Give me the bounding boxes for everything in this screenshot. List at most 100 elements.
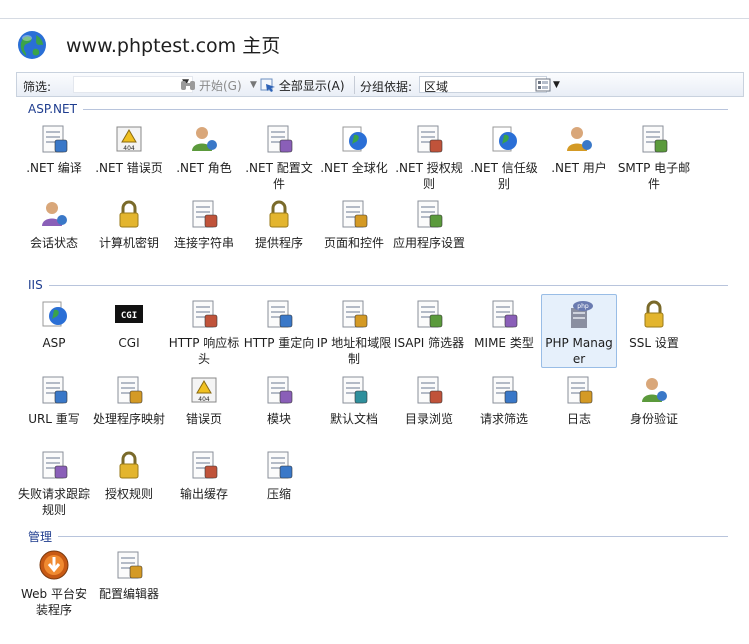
feature-label: 应用程序设置 xyxy=(392,236,465,250)
error-pages-icon: 404 xyxy=(191,377,217,403)
dotnet-profile-icon xyxy=(267,125,293,153)
group-by-label: 分组依据: xyxy=(360,80,413,94)
feature-mime-types[interactable]: MIME 类型 xyxy=(466,298,542,351)
feature-label: SMTP 电子邮件 xyxy=(617,161,691,191)
filter-input[interactable] xyxy=(74,77,184,92)
window-top-bar xyxy=(0,0,749,19)
group-by-select[interactable]: 区域 ▼ xyxy=(419,76,547,94)
go-button[interactable]: 开始(G) xyxy=(180,75,242,95)
dotnet-roles-icon xyxy=(192,127,217,151)
asp-icon xyxy=(42,301,67,327)
toolbar-separator xyxy=(354,76,355,94)
feature-php-manager[interactable]: php PHP Manager xyxy=(541,294,617,368)
feature-label: 错误页 xyxy=(185,412,222,426)
feature-pages-controls[interactable]: 页面和控件 xyxy=(316,198,392,251)
feature-dotnet-users[interactable]: .NET 用户 xyxy=(541,123,617,176)
dotnet-compile-icon xyxy=(42,125,68,153)
feature-label: HTTP 响应标头 xyxy=(168,336,240,366)
feature-default-document[interactable]: 默认文档 xyxy=(316,374,392,427)
feature-session-state[interactable]: 会话状态 xyxy=(16,198,92,251)
feature-label: 提供程序 xyxy=(254,236,303,250)
filter-combobox[interactable]: ▼ xyxy=(73,76,193,93)
feature-dotnet-compile[interactable]: .NET 编译 xyxy=(16,123,92,176)
feature-logging[interactable]: 日志 xyxy=(541,374,617,427)
feature-authentication[interactable]: 身份验证 xyxy=(616,374,692,427)
feature-directory-browsing[interactable]: 目录浏览 xyxy=(391,374,467,427)
feature-handler-mappings[interactable]: 处理程序映射 xyxy=(91,374,167,427)
feature-connection-strings[interactable]: 连接字符串 xyxy=(166,198,242,251)
web-platform-installer-icon xyxy=(39,550,69,580)
feature-label: PHP Manager xyxy=(545,336,613,366)
feature-providers[interactable]: 提供程序 xyxy=(241,198,317,251)
feature-dotnet-authorization[interactable]: .NET 授权规则 xyxy=(391,123,467,192)
feature-label: .NET 错误页 xyxy=(95,161,163,175)
feature-dotnet-trust-levels[interactable]: .NET 信任级别 xyxy=(466,123,542,192)
feature-dotnet-profile[interactable]: .NET 配置文件 xyxy=(241,123,317,192)
feature-label: 输出缓存 xyxy=(179,487,228,501)
feature-request-filtering[interactable]: 请求筛选 xyxy=(466,374,542,427)
feature-label: IP 地址和域限制 xyxy=(316,336,392,366)
svg-text:php: php xyxy=(577,303,589,310)
feature-machine-key[interactable]: 计算机密钥 xyxy=(91,198,167,251)
feature-label: ASP xyxy=(42,336,66,350)
svg-text:CGI: CGI xyxy=(121,311,137,321)
feature-app-settings[interactable]: 应用程序设置 xyxy=(391,198,467,251)
feature-configuration-editor[interactable]: 配置编辑器 xyxy=(91,549,167,602)
svg-text:404: 404 xyxy=(198,396,210,403)
feature-label: CGI xyxy=(118,336,140,350)
http-redirect-icon xyxy=(267,300,293,328)
dotnet-globalization-icon xyxy=(342,126,367,152)
feature-url-rewrite[interactable]: URL 重写 xyxy=(16,374,92,427)
feature-output-caching[interactable]: 输出缓存 xyxy=(166,449,242,502)
feature-label: .NET 配置文件 xyxy=(245,161,313,191)
feature-dotnet-error-pages[interactable]: 404 .NET 错误页 xyxy=(91,123,167,176)
configuration-editor-icon xyxy=(117,551,143,579)
connection-strings-icon xyxy=(192,200,218,228)
handler-mappings-icon xyxy=(117,376,143,404)
app-settings-icon xyxy=(417,200,443,228)
providers-icon xyxy=(269,200,289,228)
feature-modules[interactable]: 模块 xyxy=(241,374,317,427)
feature-authorization-rules[interactable]: 授权规则 xyxy=(91,449,167,502)
feature-dotnet-roles[interactable]: .NET 角色 xyxy=(166,123,242,176)
show-all-label: 全部显示(A) xyxy=(278,78,345,93)
feature-ssl-lock[interactable]: SSL 设置 xyxy=(616,298,692,351)
section-title: 管理 xyxy=(28,527,59,545)
feature-label: 目录浏览 xyxy=(404,412,453,426)
feature-isapi-filters[interactable]: ISAPI 筛选器 xyxy=(391,298,467,351)
mime-types-icon xyxy=(492,300,518,328)
authorization-rules-icon xyxy=(119,451,139,479)
feature-label: 请求筛选 xyxy=(479,412,528,426)
default-document-icon xyxy=(342,376,368,404)
feature-label: 计算机密钥 xyxy=(98,236,159,250)
feature-dotnet-globalization[interactable]: .NET 全球化 xyxy=(316,123,392,176)
http-response-headers-icon xyxy=(192,300,218,328)
feature-label: HTTP 重定向 xyxy=(243,336,315,350)
modules-icon xyxy=(267,376,293,404)
feature-label: 配置编辑器 xyxy=(98,587,159,601)
feature-failed-request-tracing[interactable]: 失败请求跟踪规则 xyxy=(16,449,92,518)
show-all-button[interactable]: ▼ 全部显示(A) xyxy=(250,75,345,95)
feature-label: Web 平台安装程序 xyxy=(21,587,87,617)
section-header-management: 管理 xyxy=(28,527,728,545)
feature-label: 日志 xyxy=(566,412,591,426)
feature-label: 连接字符串 xyxy=(173,236,234,250)
feature-label: .NET 信任级别 xyxy=(470,161,538,191)
view-mode-button[interactable]: ▼ xyxy=(535,75,561,95)
feature-label: .NET 授权规则 xyxy=(395,161,463,191)
feature-ip-domain-restrictions[interactable]: IP 地址和域限制 xyxy=(316,298,392,367)
chevron-down-icon: ▼ xyxy=(250,80,257,90)
feature-compression[interactable]: 压缩 xyxy=(241,449,317,502)
feature-cgi[interactable]: CGI CGI xyxy=(91,298,167,351)
output-caching-icon xyxy=(192,451,218,479)
url-rewrite-icon xyxy=(42,376,68,404)
feature-error-pages[interactable]: 404 错误页 xyxy=(166,374,242,427)
feature-label: URL 重写 xyxy=(28,412,80,426)
feature-http-redirect[interactable]: HTTP 重定向 xyxy=(241,298,317,351)
pages-controls-icon xyxy=(342,200,368,228)
feature-label: .NET 用户 xyxy=(551,161,607,175)
feature-http-response-headers[interactable]: HTTP 响应标头 xyxy=(166,298,242,367)
feature-smtp-email[interactable]: SMTP 电子邮件 xyxy=(616,123,692,192)
feature-web-platform-installer[interactable]: Web 平台安装程序 xyxy=(16,549,92,618)
feature-asp[interactable]: ASP xyxy=(16,298,92,351)
